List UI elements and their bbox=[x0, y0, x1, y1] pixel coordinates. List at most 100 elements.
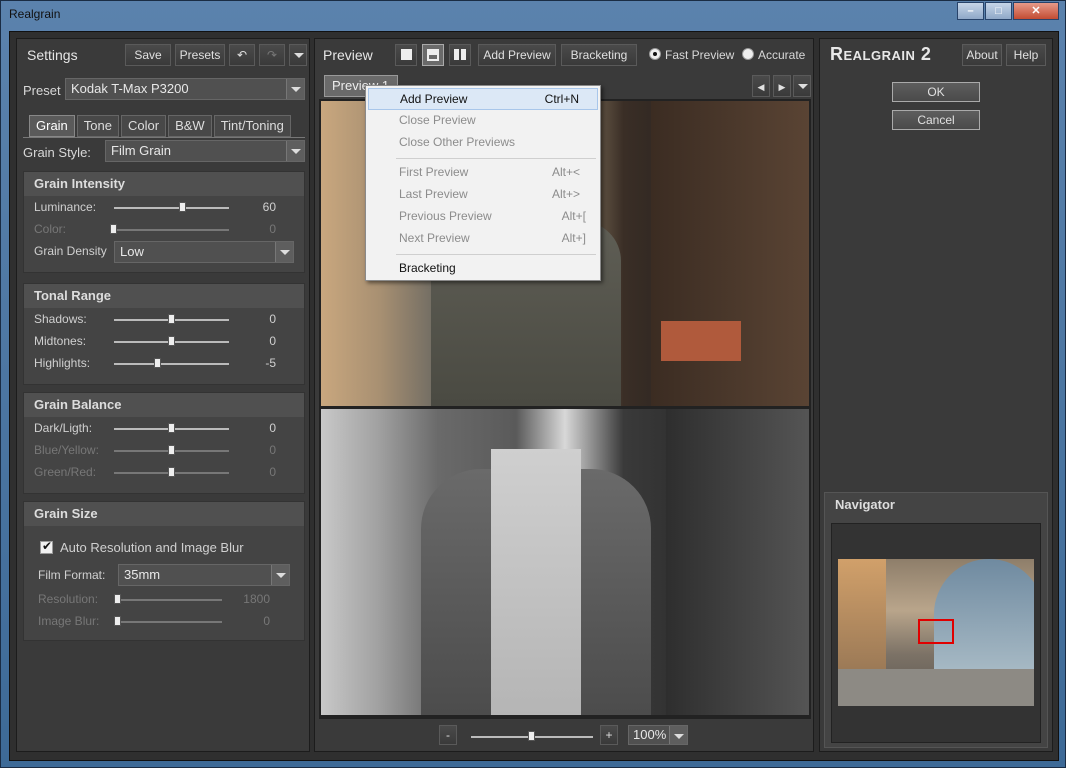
menu-item-next-preview[interactable]: Next Preview Alt+] bbox=[368, 228, 598, 250]
tab-grain[interactable]: Grain bbox=[29, 115, 75, 137]
luminance-slider[interactable] bbox=[114, 202, 229, 212]
grain-intensity-title: Grain Intensity bbox=[24, 172, 304, 196]
split-horizontal-button[interactable] bbox=[422, 44, 444, 66]
menu-item-last-preview[interactable]: Last Preview Alt+> bbox=[368, 184, 598, 206]
menu-item-first-preview[interactable]: First Preview Alt+< bbox=[368, 162, 598, 184]
menu-item-close-other-previews[interactable]: Close Other Previews bbox=[368, 132, 598, 154]
grain-style-dropdown[interactable]: Film Grain bbox=[105, 140, 305, 162]
zoom-out-button[interactable]: - bbox=[439, 725, 457, 745]
midtones-slider-thumb[interactable] bbox=[168, 336, 175, 346]
close-button[interactable]: ✕ bbox=[1013, 2, 1059, 20]
split-horizontal-icon bbox=[427, 49, 439, 61]
shadows-slider-thumb[interactable] bbox=[168, 314, 175, 324]
dark-light-value: 0 bbox=[269, 421, 276, 435]
shirt-shape-bw bbox=[491, 449, 581, 715]
preset-value: Kodak T-Max P3200 bbox=[71, 81, 189, 96]
luminance-slider-thumb[interactable] bbox=[179, 202, 186, 212]
navigator-frame bbox=[831, 523, 1041, 743]
grain-style-value: Film Grain bbox=[111, 143, 171, 158]
title-bar[interactable]: Realgrain – □ ✕ bbox=[1, 1, 1065, 31]
menu-separator bbox=[396, 254, 596, 255]
menu-item-shortcut: Alt+[ bbox=[561, 209, 586, 223]
menu-item-shortcut: Alt+> bbox=[551, 187, 580, 201]
zoom-value: 100% bbox=[633, 727, 667, 742]
menu-item-label: Bracketing bbox=[399, 261, 456, 275]
grain-density-dropdown[interactable]: Low bbox=[114, 241, 294, 263]
settings-menu-button[interactable] bbox=[289, 44, 307, 66]
menu-item-label: Close Preview bbox=[399, 113, 476, 127]
tab-bw[interactable]: B&W bbox=[168, 115, 212, 137]
street-shape bbox=[838, 669, 1034, 706]
menu-item-bracketing[interactable]: Bracketing bbox=[368, 258, 598, 280]
tab-list-button[interactable] bbox=[793, 75, 811, 97]
accurate-label: Accurate bbox=[758, 48, 806, 62]
navigator-thumbnail[interactable] bbox=[838, 559, 1034, 706]
split-vertical-button[interactable] bbox=[449, 44, 471, 66]
blue-yellow-row: Blue/Yellow: 0 bbox=[34, 441, 296, 461]
bracketing-button[interactable]: Bracketing bbox=[561, 44, 637, 66]
image-blur-slider-thumb[interactable] bbox=[114, 616, 121, 626]
prev-tab-button[interactable]: ◀ bbox=[752, 75, 770, 97]
presets-button[interactable]: Presets bbox=[175, 44, 225, 66]
zoom-slider[interactable] bbox=[471, 731, 593, 741]
green-red-slider[interactable] bbox=[114, 467, 229, 477]
highlights-slider-thumb[interactable] bbox=[154, 358, 161, 368]
guitar-shape bbox=[661, 321, 741, 361]
image-blur-slider[interactable] bbox=[114, 616, 222, 626]
save-button[interactable]: Save bbox=[125, 44, 171, 66]
fast-preview-radio[interactable] bbox=[649, 48, 661, 60]
about-button[interactable]: About bbox=[962, 44, 1002, 66]
preset-dropdown[interactable]: Kodak T-Max P3200 bbox=[65, 78, 305, 100]
luminance-row: Luminance: 60 bbox=[34, 198, 296, 218]
accurate-radio[interactable] bbox=[742, 48, 754, 60]
film-format-dropdown[interactable]: 35mm bbox=[118, 564, 290, 586]
tab-color[interactable]: Color bbox=[121, 115, 167, 137]
add-preview-button[interactable]: Add Preview bbox=[478, 44, 556, 66]
midtones-row: Midtones: 0 bbox=[34, 332, 296, 352]
grain-size-group: Grain Size Auto Resolution and Image Blu… bbox=[23, 501, 305, 641]
ok-button[interactable]: OK bbox=[892, 82, 980, 102]
grain-preview-image[interactable] bbox=[321, 409, 809, 715]
tab-tint-toning[interactable]: Tint/Toning bbox=[213, 115, 291, 137]
midtones-slider[interactable] bbox=[114, 336, 229, 346]
menu-item-shortcut: Alt+< bbox=[551, 165, 580, 179]
shadows-slider[interactable] bbox=[114, 314, 229, 324]
highlights-label: Highlights: bbox=[34, 356, 91, 370]
single-view-button[interactable] bbox=[395, 44, 417, 66]
cancel-button[interactable]: Cancel bbox=[892, 110, 980, 130]
maximize-button[interactable]: □ bbox=[985, 2, 1012, 20]
blue-yellow-slider[interactable] bbox=[114, 445, 229, 455]
resolution-value: 1800 bbox=[243, 592, 270, 606]
auto-resolution-checkbox[interactable] bbox=[40, 539, 53, 554]
resolution-slider-thumb[interactable] bbox=[114, 594, 121, 604]
highlights-value: -5 bbox=[265, 356, 276, 370]
grain-balance-group: Grain Balance Dark/Ligth: 0 Blue/Yellow:… bbox=[23, 392, 305, 494]
highlights-slider[interactable] bbox=[114, 358, 229, 368]
auto-resolution-row: Auto Resolution and Image Blur bbox=[34, 538, 296, 558]
tonal-range-group: Tonal Range Shadows: 0 Midtones: 0 Highl… bbox=[23, 283, 305, 385]
undo-button[interactable]: ↶ bbox=[229, 44, 255, 66]
blue-yellow-slider-thumb[interactable] bbox=[168, 445, 175, 455]
color-slider-thumb[interactable] bbox=[110, 224, 117, 234]
color-slider[interactable] bbox=[110, 224, 229, 234]
menu-item-close-preview[interactable]: Close Preview bbox=[368, 110, 598, 132]
resolution-slider[interactable] bbox=[114, 594, 222, 604]
green-red-slider-thumb[interactable] bbox=[168, 467, 175, 477]
redo-button[interactable]: ↷ bbox=[259, 44, 285, 66]
next-tab-button[interactable]: ▶ bbox=[773, 75, 791, 97]
shadows-value: 0 bbox=[269, 312, 276, 326]
navigator-viewport-rect[interactable] bbox=[918, 619, 954, 644]
menu-item-add-preview[interactable]: Add Preview Ctrl+N bbox=[368, 88, 598, 110]
menu-item-previous-preview[interactable]: Previous Preview Alt+[ bbox=[368, 206, 598, 228]
green-red-value: 0 bbox=[269, 465, 276, 479]
dark-light-slider[interactable] bbox=[114, 423, 229, 433]
zoom-dropdown[interactable]: 100% bbox=[628, 725, 688, 745]
help-button[interactable]: Help bbox=[1006, 44, 1046, 66]
minimize-button[interactable]: – bbox=[957, 2, 984, 20]
redo-icon: ↷ bbox=[266, 48, 278, 62]
chevron-down-icon bbox=[275, 242, 293, 262]
tab-tone[interactable]: Tone bbox=[76, 115, 119, 137]
zoom-in-button[interactable]: + bbox=[600, 725, 618, 745]
dark-light-slider-thumb[interactable] bbox=[168, 423, 175, 433]
zoom-slider-thumb[interactable] bbox=[528, 731, 535, 741]
